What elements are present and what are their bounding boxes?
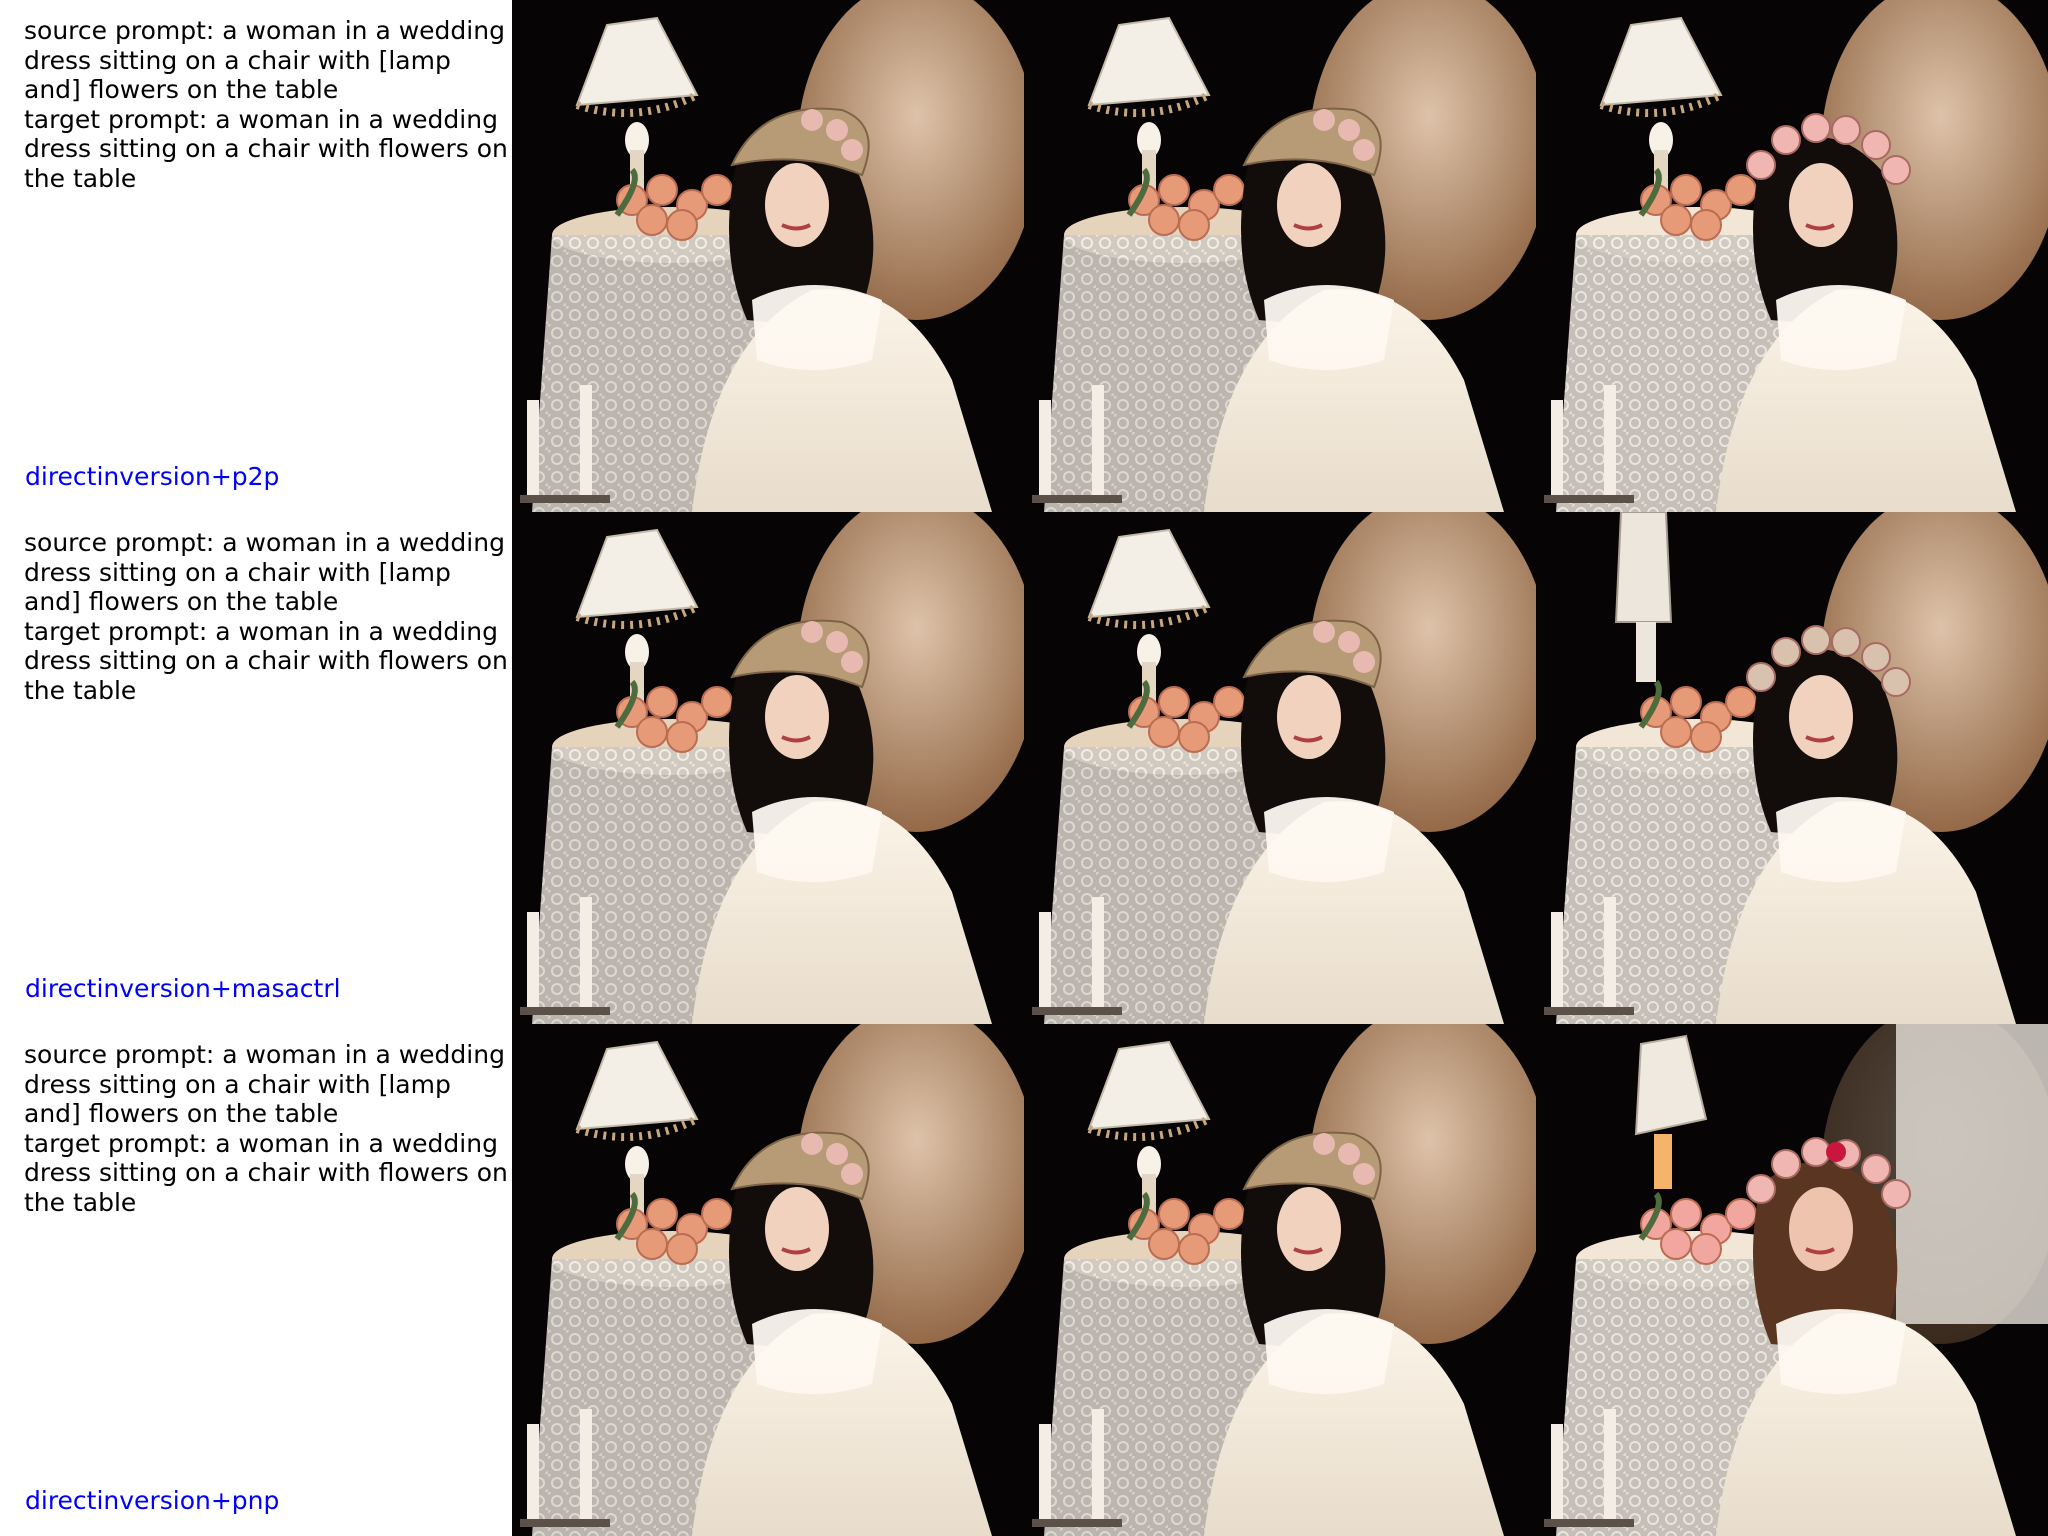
photo-illustration: [512, 1024, 1024, 1536]
target-prompt: target prompt: a woman in a wedding dres…: [24, 1128, 508, 1217]
reconstructed-image: [1024, 1024, 1536, 1536]
source-prompt: source prompt: a woman in a wedding dres…: [24, 1040, 505, 1128]
photo-illustration: [1536, 1024, 2048, 1536]
photo-illustration: [1024, 0, 1536, 512]
caption-panel: source prompt: a woman in a wedding dres…: [0, 512, 512, 1024]
photo-illustration: [1024, 512, 1536, 1024]
edited-image: [1536, 512, 2048, 1024]
comparison-grid: source prompt: a woman in a wedding dres…: [0, 0, 2048, 1536]
photo-illustration: [1024, 1024, 1536, 1536]
comparison-row: source prompt: a woman in a wedding dres…: [0, 1024, 2048, 1536]
comparison-row: source prompt: a woman in a wedding dres…: [0, 0, 2048, 512]
caption-panel: source prompt: a woman in a wedding dres…: [0, 0, 512, 512]
photo-illustration: [1536, 0, 2048, 512]
edited-image: [1536, 1024, 2048, 1536]
photo-illustration: [512, 0, 1024, 512]
background-figure: [1896, 1024, 2048, 1324]
prompt-text: source prompt: a woman in a wedding dres…: [24, 1040, 512, 1217]
prompt-text: source prompt: a woman in a wedding dres…: [24, 528, 512, 705]
reconstructed-image: [1024, 0, 1536, 512]
target-prompt: target prompt: a woman in a wedding dres…: [24, 104, 508, 193]
source-image: [512, 0, 1024, 512]
reconstructed-image: [1024, 512, 1536, 1024]
prompt-text: source prompt: a woman in a wedding dres…: [24, 16, 512, 193]
method-label: directinversion+masactrl: [25, 974, 341, 1003]
photo-illustration: [1536, 512, 2048, 1024]
method-label: directinversion+p2p: [25, 462, 280, 491]
source-prompt: source prompt: a woman in a wedding dres…: [24, 528, 505, 616]
source-prompt: source prompt: a woman in a wedding dres…: [24, 16, 505, 104]
photo-illustration: [512, 512, 1024, 1024]
target-prompt: target prompt: a woman in a wedding dres…: [24, 616, 508, 705]
source-image: [512, 1024, 1024, 1536]
method-label: directinversion+pnp: [25, 1486, 280, 1515]
caption-panel: source prompt: a woman in a wedding dres…: [0, 1024, 512, 1536]
edited-image: [1536, 0, 2048, 512]
source-image: [512, 512, 1024, 1024]
comparison-row: source prompt: a woman in a wedding dres…: [0, 512, 2048, 1024]
